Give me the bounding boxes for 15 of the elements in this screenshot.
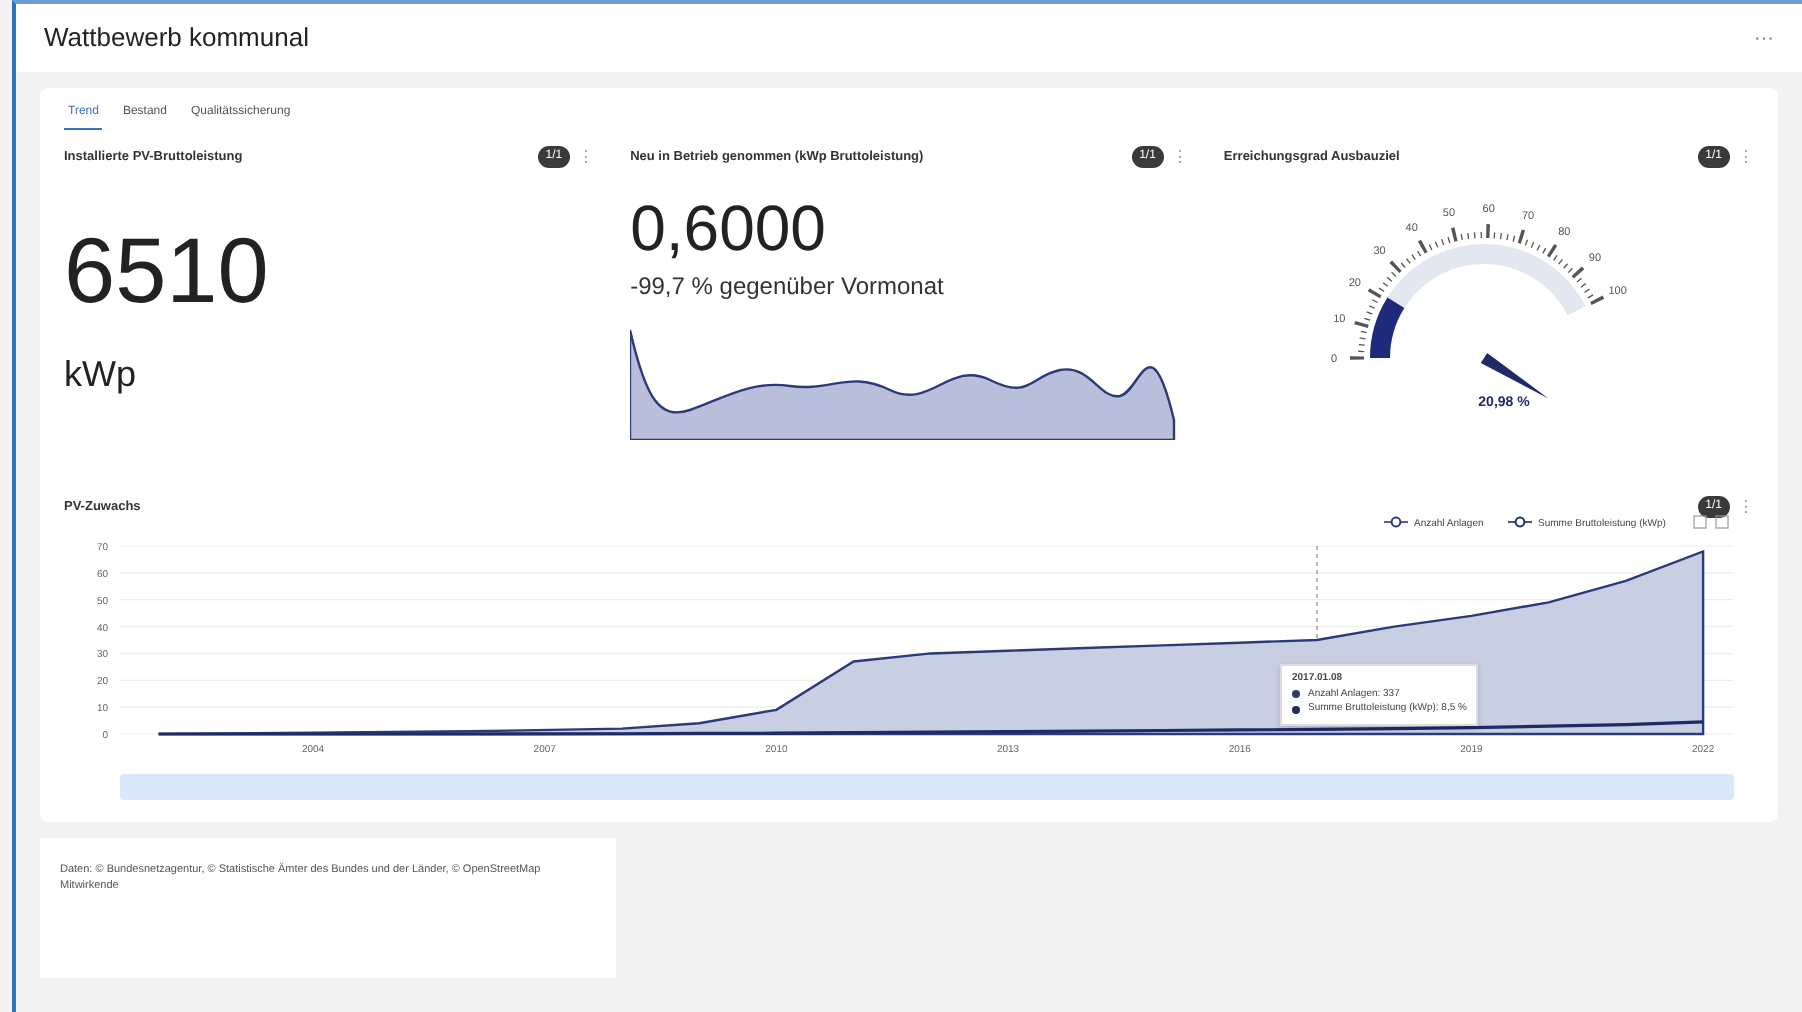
zoom-icon[interactable]: [1693, 515, 1707, 529]
unit-label: kWp: [64, 352, 138, 398]
restore-icon[interactable]: [1715, 515, 1729, 529]
kebab-menu[interactable]: ⋮: [1738, 149, 1754, 165]
more-menu[interactable]: ···: [1754, 23, 1774, 53]
big-number: 0,6000: [630, 196, 828, 260]
kebab-menu[interactable]: ⋮: [1171, 149, 1188, 165]
dashboard-title: Wattbewerb kommunal: [44, 22, 309, 54]
dot-icon: [1292, 690, 1300, 699]
kebab-menu[interactable]: ⋮: [1738, 499, 1754, 515]
range-slider[interactable]: [120, 774, 1734, 800]
dot-icon: [1292, 705, 1300, 714]
change-text: -99,7 % gegenüber Vormonat: [630, 270, 946, 304]
kebab-menu[interactable]: ⋮: [578, 149, 595, 165]
big-number: 6510: [64, 224, 271, 316]
